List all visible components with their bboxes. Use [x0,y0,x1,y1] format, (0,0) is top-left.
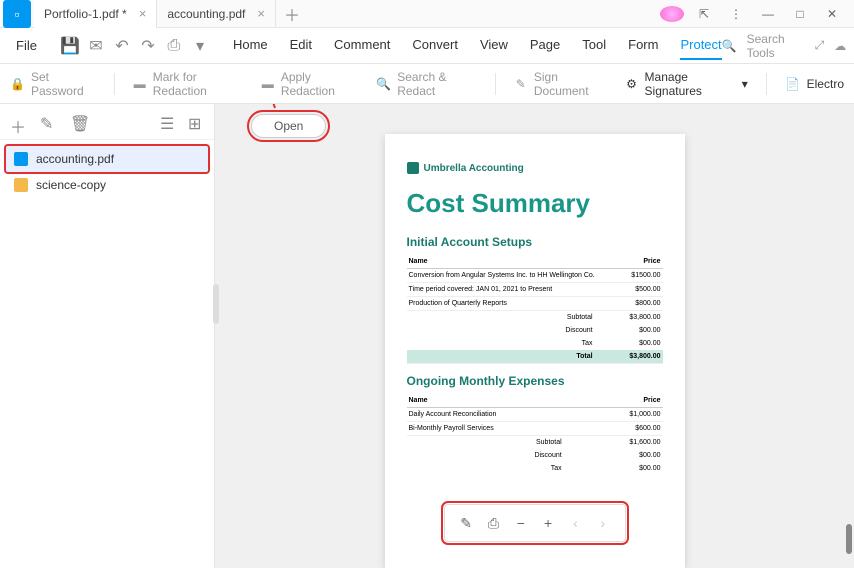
chevron-down-icon[interactable]: ▾ [191,37,209,55]
apply-icon: ▬ [261,76,275,92]
close-window-icon[interactable]: ✕ [820,7,844,21]
electronic-button[interactable]: 📄Electro [785,76,844,92]
menu-form[interactable]: Form [628,31,658,60]
tab-label: accounting.pdf [167,7,245,21]
delete-icon[interactable]: 🗑 [70,114,86,130]
zoom-out-icon[interactable]: − [513,515,529,531]
pdf-file-icon [14,152,28,166]
doc-title: Cost Summary [407,188,663,219]
add-tab-button[interactable]: ＋ [276,2,308,26]
sidebar: ＋ ✎ 🗑 ☰ ⊞ accounting.pdf science-copy [0,104,215,568]
annotation-arrow [247,104,287,110]
file-menu[interactable]: File [6,38,47,53]
mark-redaction-button[interactable]: ▬Mark for Redaction [133,70,243,98]
menu-view[interactable]: View [480,31,508,60]
save-icon[interactable]: 💾 [61,37,79,55]
folder-icon [14,178,28,192]
menu-tool[interactable]: Tool [582,31,606,60]
add-icon[interactable]: ＋ [10,114,26,130]
menu-convert[interactable]: Convert [412,31,458,60]
annotate-icon[interactable]: ✎ [458,515,474,531]
tab-accounting[interactable]: accounting.pdf × [157,0,276,28]
set-password-button[interactable]: 🔒Set Password [10,70,96,98]
manage-signatures-button[interactable]: ⚙Manage Signatures▾ [625,70,748,98]
cert-icon: 📄 [785,76,801,92]
list-view-icon[interactable]: ☰ [160,114,176,130]
next-page-icon[interactable]: › [595,515,611,531]
menu-home[interactable]: Home [233,31,268,60]
menu-comment[interactable]: Comment [334,31,390,60]
cost-table-2: NamePriceDaily Account Reconciliation$1,… [407,394,663,475]
share-icon[interactable]: ⇱ [692,7,716,21]
cost-table-1: NamePriceConversion from Angular Systems… [407,255,663,364]
lock-icon: 🔒 [10,76,25,92]
section-heading: Ongoing Monthly Expenses [407,374,663,388]
menu-protect[interactable]: Protect [680,31,721,60]
umbrella-icon [407,162,419,174]
apply-redaction-button[interactable]: ▬Apply Redaction [261,70,359,98]
tab-label: Portfolio-1.pdf * [44,7,127,21]
cloud-icon[interactable]: ☁ [834,39,846,53]
sidebar-item-label: accounting.pdf [36,152,114,166]
sidebar-item-accounting[interactable]: accounting.pdf [6,146,208,172]
maximize-icon[interactable]: □ [788,7,812,21]
minimize-icon[interactable]: — [756,7,780,21]
gear-icon: ⚙ [625,76,639,92]
section-heading: Initial Account Setups [407,235,663,249]
document-preview: Umbrella Accounting Cost Summary Initial… [385,134,685,568]
print-icon[interactable]: ⎙ [165,37,183,55]
app-logo: ▫ [3,0,31,28]
tab-portfolio[interactable]: Portfolio-1.pdf * × [34,0,157,28]
brand-name: Umbrella Accounting [424,163,524,174]
redact-icon: ▬ [133,76,147,92]
prev-page-icon[interactable]: ‹ [567,515,583,531]
zoom-in-icon[interactable]: + [540,515,556,531]
search-icon[interactable]: 🔍 [722,39,737,53]
menu-page[interactable]: Page [530,31,560,60]
close-icon[interactable]: × [257,6,265,21]
redo-icon[interactable]: ↷ [139,37,157,55]
kebab-icon[interactable]: ⋮ [724,7,748,21]
menubar: File 💾 ✉ ↶ ↷ ⎙ ▾ Home Edit Comment Convert V… [0,28,854,64]
edit-icon[interactable]: ✎ [40,114,56,130]
menu-edit[interactable]: Edit [290,31,312,60]
ai-icon[interactable] [660,6,684,22]
titlebar: ▫ Portfolio-1.pdf * × accounting.pdf × ＋… [0,0,854,28]
print-icon[interactable]: ⎙ [485,515,501,531]
undo-icon[interactable]: ↶ [113,37,131,55]
scrollbar[interactable] [846,524,852,554]
sidebar-item-label: science-copy [36,178,106,192]
search-tools[interactable]: Search Tools [747,32,785,60]
chevron-down-icon: ▾ [742,77,748,91]
floating-toolbar: ✎ ⎙ − + ‹ › [444,504,626,542]
sidebar-resize-handle[interactable] [213,284,219,324]
sidebar-item-science[interactable]: science-copy [6,172,208,198]
open-button[interactable]: Open [251,114,326,138]
document-canvas: Open Umbrella Accounting Cost Summary In… [215,104,854,568]
search-icon: 🔍 [376,76,391,92]
sign-icon: ✎ [514,76,528,92]
close-icon[interactable]: × [139,6,147,21]
sign-document-button[interactable]: ✎Sign Document [514,70,607,98]
grid-view-icon[interactable]: ⊞ [188,114,204,130]
mail-icon[interactable]: ✉ [87,37,105,55]
expand-icon[interactable]: ⤢ [815,38,825,53]
protect-toolbar: 🔒Set Password ▬Mark for Redaction ▬Apply… [0,64,854,104]
search-redact-button[interactable]: 🔍Search & Redact [376,70,477,98]
